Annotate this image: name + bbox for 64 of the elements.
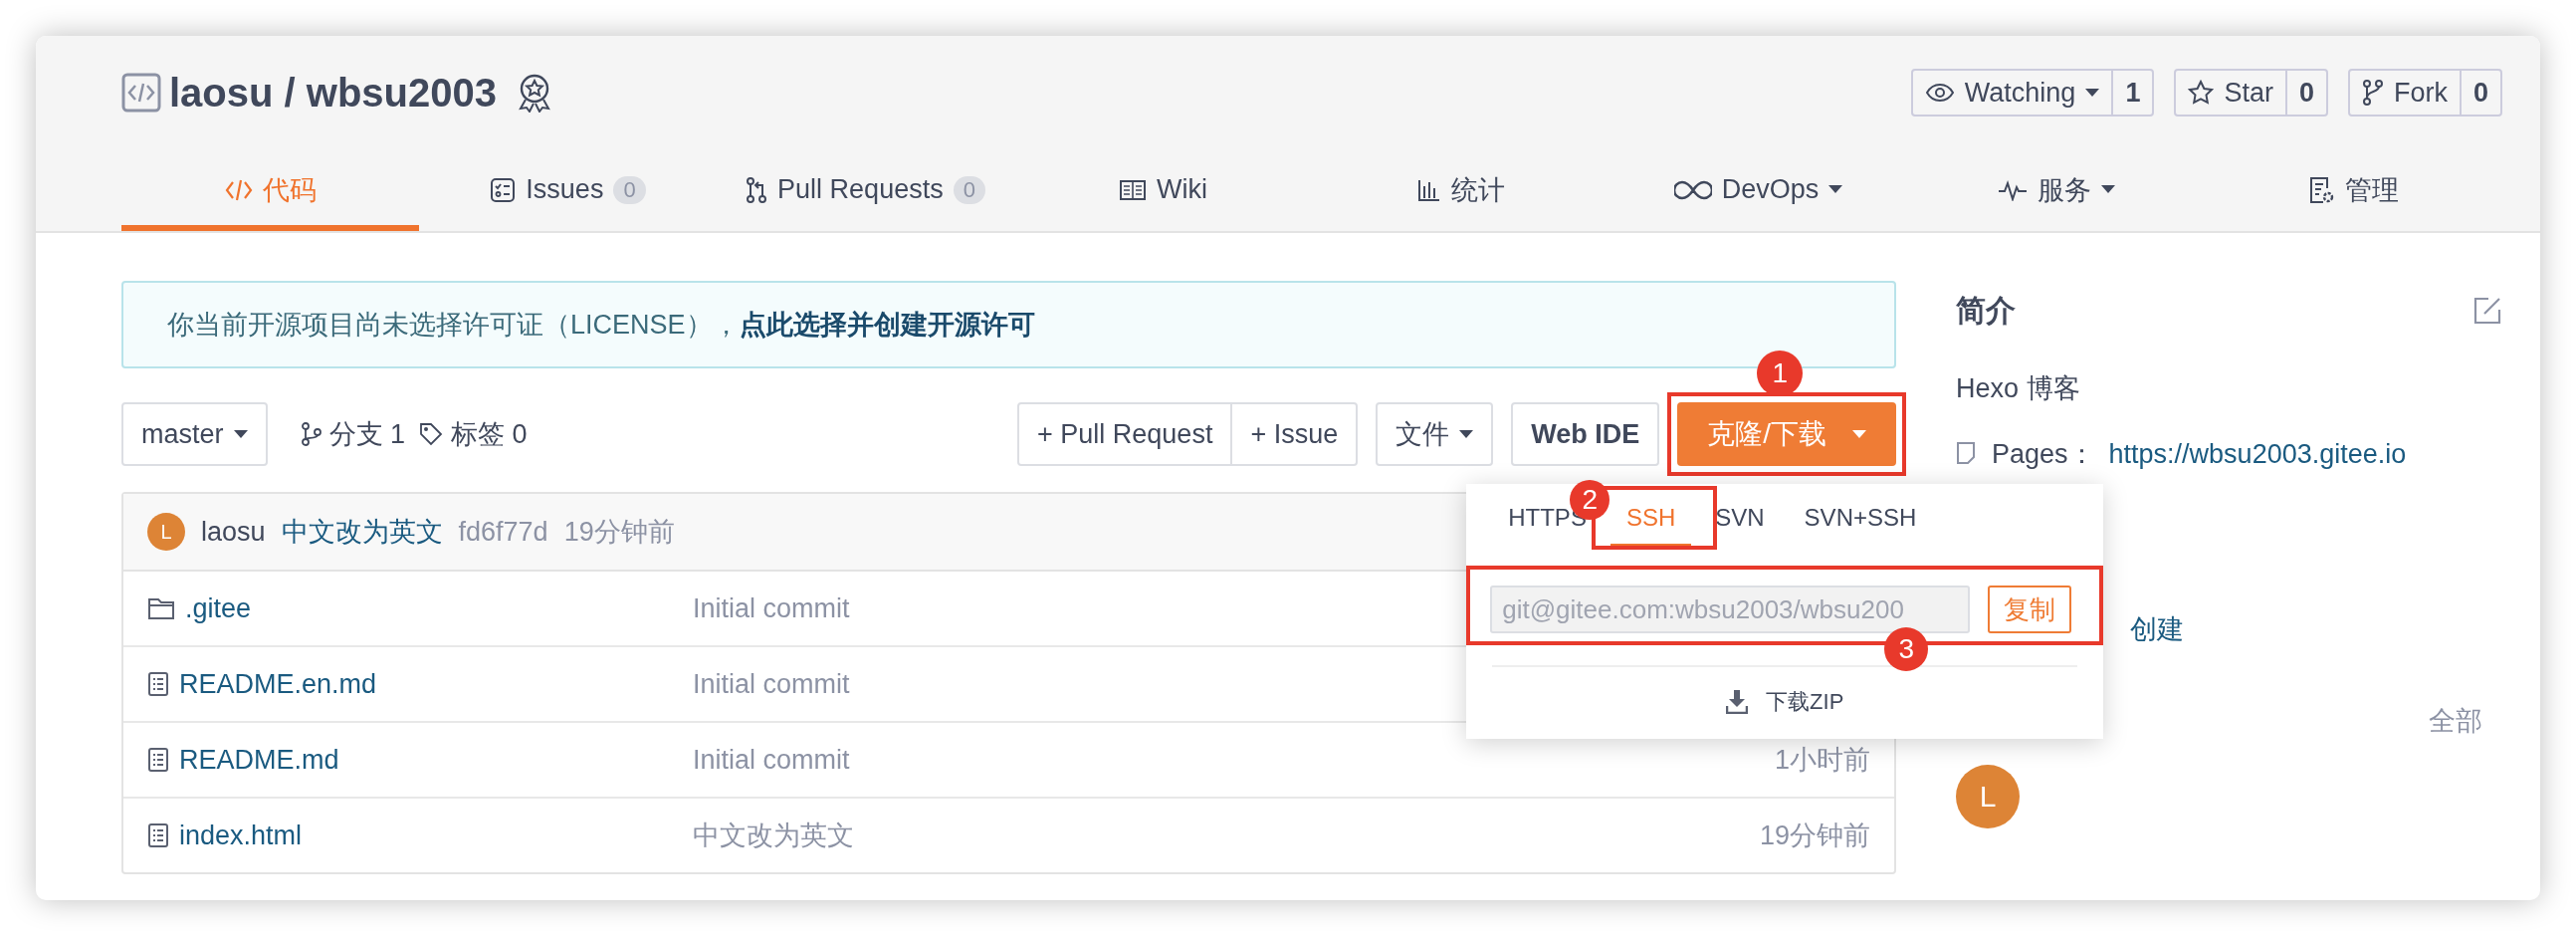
- branch-count[interactable]: 分支 1: [328, 416, 406, 452]
- protocol-tab[interactable]: SVN: [1715, 504, 1765, 550]
- code-icon: [121, 73, 161, 113]
- create-button[interactable]: + Pull Request: [1017, 402, 1233, 466]
- commit-time: 19分钟前: [563, 516, 675, 549]
- section-title: 简介: [1956, 292, 2016, 329]
- pulse-icon: [1997, 178, 2028, 201]
- fork-button[interactable]: Fork 0: [2347, 69, 2502, 117]
- bar-chart-icon: [1416, 177, 1441, 202]
- watch-button[interactable]: Watching 1: [1910, 69, 2155, 117]
- edit-icon[interactable]: [2472, 296, 2502, 326]
- caret-icon: [1459, 429, 1474, 439]
- star-icon: [2188, 80, 2215, 106]
- count-badge: 0: [613, 175, 646, 204]
- checklist-icon: [490, 176, 517, 203]
- branch-icon: [301, 422, 322, 446]
- pages-label: Pages：: [1992, 438, 2095, 471]
- book-icon: [1119, 178, 1147, 201]
- nav-tab[interactable]: DevOps: [1610, 149, 1907, 231]
- nav-tab[interactable]: Issues 0: [419, 149, 717, 231]
- star-button[interactable]: Star 0: [2174, 69, 2328, 117]
- nav-tab[interactable]: 统计: [1312, 149, 1610, 231]
- license-link[interactable]: 点此选择并创建开源许可: [739, 310, 1035, 340]
- eye-icon: [1924, 83, 1955, 103]
- pages-link[interactable]: https://wbsu2003.gitee.io: [2108, 438, 2407, 470]
- protocol-tab[interactable]: SVN+SSH: [1804, 504, 1917, 550]
- repo-description: Hexo 博客: [1956, 372, 2081, 405]
- file-name[interactable]: README.en.md: [179, 668, 377, 700]
- folder-icon: [147, 596, 175, 620]
- avatar: L: [147, 513, 185, 551]
- document-icon: [147, 747, 169, 773]
- repo-title: laosu / wbsu2003: [169, 70, 498, 116]
- document-icon: [147, 822, 169, 848]
- created-text: 创建: [2130, 613, 2185, 646]
- infinity-icon: [1673, 179, 1712, 200]
- document-icon: [147, 671, 169, 697]
- pull-request-icon: [746, 176, 768, 203]
- web-ide-button[interactable]: Web IDE: [1511, 402, 1660, 466]
- tag-count[interactable]: 标签 0: [451, 416, 528, 452]
- file-name[interactable]: .gitee: [185, 592, 252, 624]
- file-name[interactable]: README.md: [179, 744, 339, 776]
- file-name[interactable]: index.html: [179, 820, 303, 851]
- nav-tab[interactable]: Pull Requests 0: [717, 149, 1014, 231]
- nav-tab[interactable]: Wiki: [1014, 149, 1312, 231]
- caret-icon: [233, 429, 248, 439]
- step-number: 3: [1884, 627, 1929, 671]
- create-button[interactable]: + Issue: [1232, 402, 1359, 466]
- notice-text: 你当前开源项目尚未选择许可证（LICENSE），点此选择并创建开源许可: [167, 309, 1035, 342]
- count-badge: 0: [953, 175, 985, 204]
- branch-select[interactable]: master: [121, 402, 268, 466]
- file-menu-button[interactable]: 文件: [1376, 402, 1494, 466]
- file-time: 19分钟前: [1759, 820, 1870, 852]
- page-icon: [1956, 441, 1978, 467]
- commit-author[interactable]: laosu: [201, 516, 266, 548]
- caret-icon: [1852, 429, 1866, 439]
- nav-tab[interactable]: 管理: [2205, 149, 2502, 231]
- fork-icon: [2361, 80, 2384, 106]
- download-zip-link[interactable]: 下载ZIP: [1492, 665, 2078, 737]
- settings-icon: [2308, 175, 2335, 204]
- nav-tab[interactable]: 服务: [1907, 149, 2205, 231]
- download-icon: [1726, 690, 1749, 714]
- tag-icon: [419, 422, 444, 446]
- commit-message[interactable]: 中文改为英文: [281, 514, 443, 550]
- file-time: 1小时前: [1774, 744, 1870, 777]
